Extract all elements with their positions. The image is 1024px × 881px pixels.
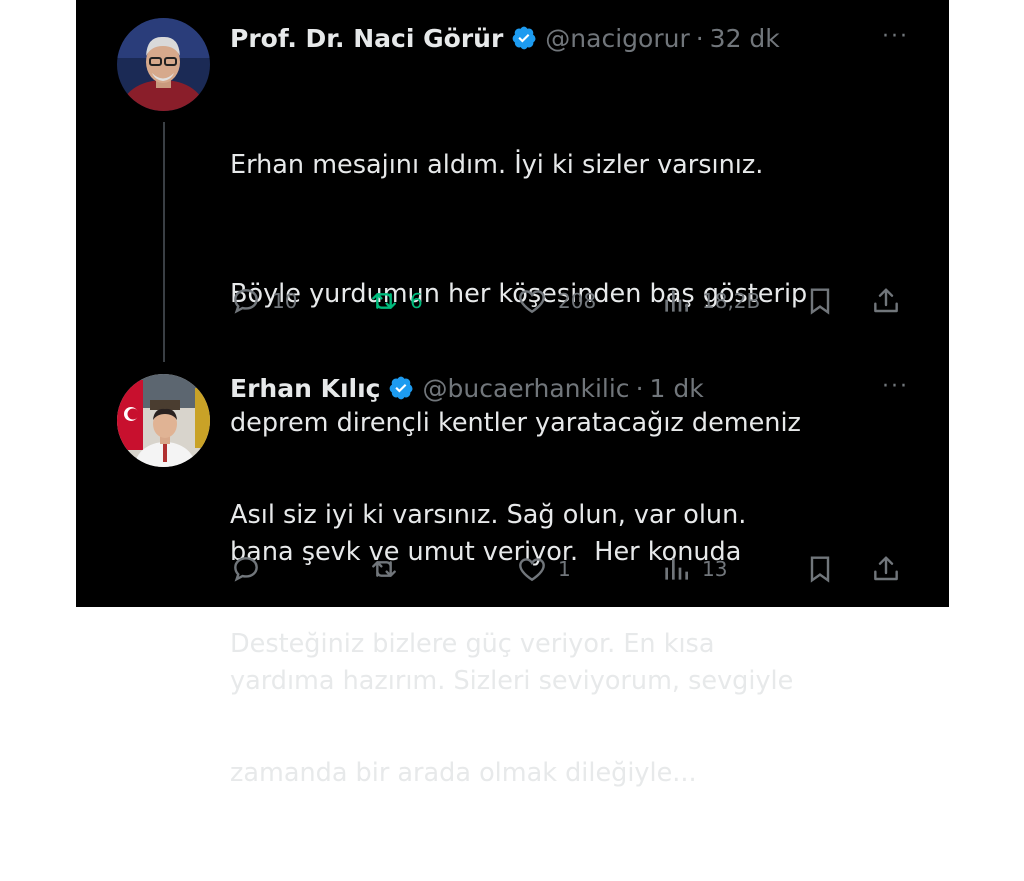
views-button[interactable]: 18,2B (660, 283, 760, 319)
tweet-thread: Prof. Dr. Naci Görür @nacigorur · 32 dk … (76, 0, 949, 788)
like-button[interactable]: 1 (516, 551, 571, 587)
avatar-nacigorur[interactable] (117, 18, 210, 111)
heart-icon (519, 558, 545, 582)
tweet-header: Prof. Dr. Naci Görür @nacigorur · 32 dk (230, 18, 780, 58)
action-bar: 10 6 208 18,2B (230, 283, 910, 319)
author-handle[interactable]: @bucaerhankilic (422, 374, 629, 403)
reply-icon (234, 289, 258, 314)
reply-button[interactable]: 10 (230, 283, 297, 319)
timestamp[interactable]: 32 dk (710, 24, 780, 53)
tweet-nacigorur[interactable]: Prof. Dr. Naci Görür @nacigorur · 32 dk … (76, 18, 949, 696)
views-chart-icon (665, 558, 688, 580)
views-chart-icon (665, 290, 688, 312)
action-bar: 1 13 (230, 551, 910, 587)
reply-button[interactable] (230, 551, 272, 587)
share-button[interactable] (870, 551, 912, 587)
share-icon (874, 288, 898, 313)
retweet-button[interactable]: 6 (368, 283, 423, 319)
bookmark-button[interactable] (804, 551, 846, 587)
tweet-text-line: zamanda bir arada olmak dileğiyle... (230, 758, 697, 788)
like-count: 208 (558, 289, 597, 313)
avatar-bucaerhankilic[interactable] (117, 374, 210, 467)
like-count: 1 (558, 557, 571, 581)
author-name[interactable]: Prof. Dr. Naci Görür (230, 24, 503, 53)
views-count: 13 (702, 557, 728, 581)
tweet-bucaerhankilic[interactable]: Erhan Kılıç @bucaerhankilic · 1 dk ··· A… (76, 368, 949, 788)
tweet-text-line: Asıl siz iyi ki varsınız. Sağ olun, var … (230, 500, 747, 530)
author-handle[interactable]: @nacigorur (545, 24, 689, 53)
share-button[interactable] (870, 283, 912, 319)
retweet-icon (372, 561, 396, 577)
tweet-header: Erhan Kılıç @bucaerhankilic · 1 dk (230, 368, 704, 408)
bookmark-button[interactable] (804, 283, 846, 319)
reply-icon (234, 557, 258, 582)
tweet-text-line: Desteğiniz bizlere güç veriyor. En kısa (230, 629, 715, 659)
retweet-button[interactable] (368, 551, 410, 587)
like-button[interactable]: 208 (516, 283, 596, 319)
author-name[interactable]: Erhan Kılıç (230, 374, 380, 403)
heart-icon (519, 290, 545, 314)
more-options-icon[interactable]: ··· (882, 374, 909, 399)
tweet-text: Asıl siz iyi ki varsınız. Sağ olun, var … (230, 408, 746, 881)
verified-badge-icon (388, 375, 414, 401)
timestamp[interactable]: 1 dk (650, 374, 704, 403)
separator-dot: · (635, 373, 644, 403)
views-count: 18,2B (702, 289, 761, 313)
bookmark-icon (810, 556, 830, 583)
reply-count: 10 (272, 289, 298, 313)
bookmark-icon (810, 288, 830, 315)
retweet-icon (372, 293, 396, 309)
more-options-icon[interactable]: ··· (882, 24, 909, 49)
thread-connector-line (163, 122, 165, 362)
views-button[interactable]: 13 (660, 551, 727, 587)
separator-dot: · (695, 23, 704, 53)
verified-badge-icon (511, 25, 537, 51)
share-icon (874, 556, 898, 581)
tweet-text-line: Erhan mesajını aldım. İyi ki sizler vars… (230, 150, 764, 180)
retweet-count: 6 (410, 289, 423, 313)
